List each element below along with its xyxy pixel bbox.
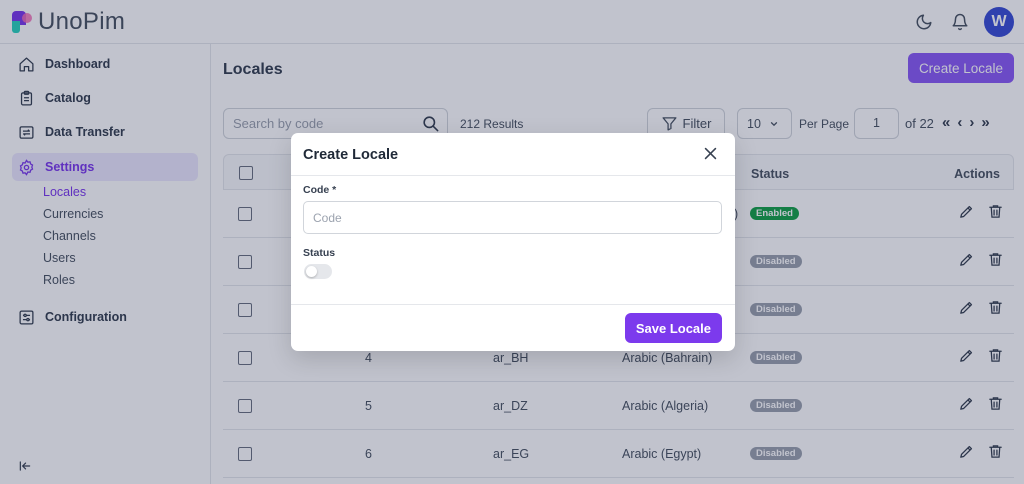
save-locale-button[interactable]: Save Locale xyxy=(624,313,722,343)
create-locale-modal: Create Locale Code * Status Save Locale xyxy=(291,133,735,351)
code-label: Code * xyxy=(303,184,337,196)
status-toggle[interactable] xyxy=(304,264,332,279)
close-icon[interactable] xyxy=(702,145,719,165)
modal-title: Create Locale xyxy=(303,147,399,163)
modal-footer: Save Locale xyxy=(291,304,735,351)
modal-header: Create Locale xyxy=(291,133,735,176)
status-label: Status xyxy=(303,247,336,259)
code-field[interactable] xyxy=(303,201,722,234)
